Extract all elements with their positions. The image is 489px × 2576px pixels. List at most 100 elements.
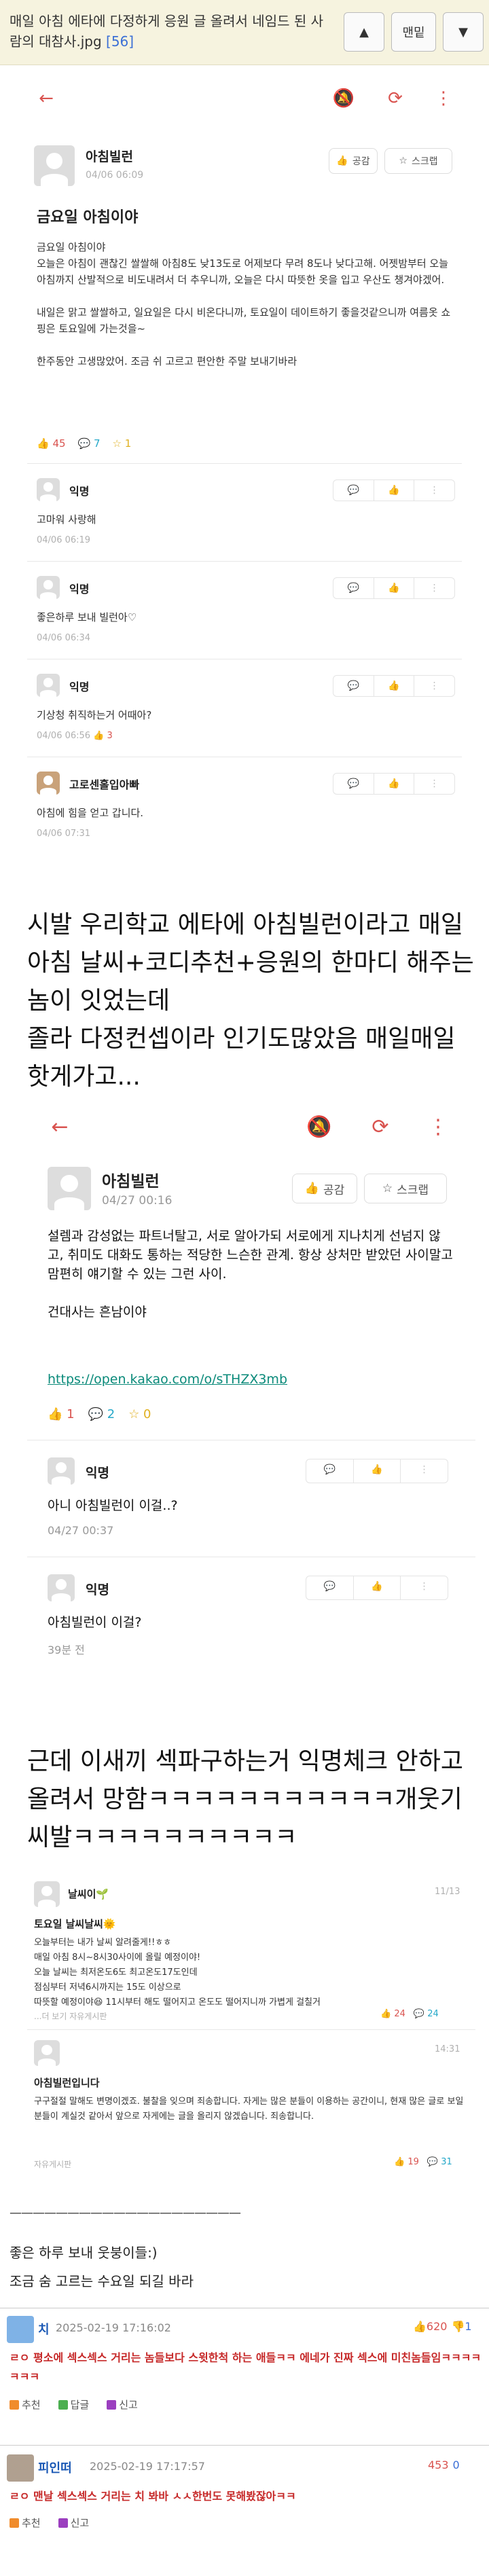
post-comment-count: 💬 31 bbox=[427, 2157, 452, 2167]
more-icon[interactable]: ⋮ bbox=[414, 480, 454, 501]
scrap-label: 스크랩 bbox=[397, 1183, 429, 1197]
post-comment-count: 💬 2 bbox=[88, 1407, 115, 1421]
more-icon[interactable]: ⋮ bbox=[414, 578, 454, 598]
comment-actions[interactable]: 💬 👍 ⋮ bbox=[306, 1576, 448, 1600]
comment-item: 고로센홀입아빠 💬 👍 ⋮ 아침에 힘을 얻고 갑니다. 04/06 07:31 bbox=[27, 765, 462, 846]
star-icon: ☆ bbox=[399, 156, 408, 166]
reply-icon[interactable]: 💬 bbox=[306, 1459, 354, 1483]
post-author: 아침빌런 bbox=[102, 1173, 160, 1191]
comment-actions[interactable]: 💬 👍 ⋮ bbox=[333, 479, 455, 501]
kakao-link[interactable]: https://open.kakao.com/o/sTHZX3mb bbox=[48, 1372, 287, 1387]
star-icon: ☆ bbox=[382, 1182, 393, 1195]
comment-author: 고로센홀입아빠 bbox=[69, 778, 140, 791]
divider-dashes: ———————————————————— bbox=[10, 2206, 241, 2220]
like-icon[interactable]: 👍 bbox=[374, 774, 415, 794]
like-icon[interactable]: 👍 bbox=[374, 578, 415, 598]
like-icon[interactable]: 👍 bbox=[374, 676, 415, 696]
comment-author: 익명 bbox=[69, 583, 90, 596]
post-date: 04/06 06:09 bbox=[86, 170, 144, 181]
reply-icon[interactable]: 💬 bbox=[333, 578, 374, 598]
upvote-count[interactable]: 👍620 bbox=[413, 2320, 447, 2333]
post-stats: 👍 45 💬 7 ☆ 1 bbox=[37, 437, 131, 450]
comment-actions[interactable]: 💬 👍 ⋮ bbox=[333, 773, 455, 795]
scrap-label: 스크랩 bbox=[411, 156, 438, 167]
comment-actions[interactable]: 💬 👍 ⋮ bbox=[306, 1459, 448, 1483]
scrap-button[interactable]: ☆ 스크랩 bbox=[384, 148, 452, 174]
like-button[interactable]: 👍 공감 bbox=[329, 148, 378, 174]
comment-like-count: 👍 3 bbox=[93, 731, 113, 741]
comment-body: ㄹㅇ 평소에 섹스섹스 거리는 놈들보다 스윗한척 하는 애들ㅋㅋ 에네가 진짜… bbox=[10, 2351, 482, 2383]
bell-off-icon[interactable]: 🔕 bbox=[330, 88, 357, 109]
post-author: 아침빌런 bbox=[86, 149, 133, 164]
comment-actions: 추천 답글 신고 bbox=[10, 2397, 138, 2412]
avatar bbox=[37, 478, 60, 501]
comment-actions[interactable]: 💬 👍 ⋮ bbox=[333, 577, 455, 599]
comment-author: 익명 bbox=[69, 485, 90, 498]
comment-actions[interactable]: 💬 👍 ⋮ bbox=[333, 675, 455, 697]
post-like-count: 👍 24 bbox=[380, 2009, 405, 2019]
like-label: 공감 bbox=[352, 156, 370, 167]
scroll-up-button[interactable]: ▲ bbox=[344, 12, 384, 52]
more-menu-icon[interactable]: ⋮ bbox=[428, 1115, 448, 1139]
bell-off-icon[interactable]: 🔕 bbox=[306, 1115, 333, 1139]
more-icon[interactable]: ⋮ bbox=[401, 1459, 448, 1483]
comment-body: 아니 아침빌런이 이걸..? bbox=[48, 1498, 178, 1513]
scrap-button[interactable]: ☆ 스크랩 bbox=[364, 1174, 447, 1203]
comment-date: 2025-02-19 17:16:02 bbox=[56, 2321, 171, 2334]
comment-item: 익명 💬 👍 ⋮ 기상청 취직하는거 어때아? 04/06 06:56 👍 3 bbox=[27, 667, 462, 748]
post-date: 04/27 00:16 bbox=[102, 1194, 173, 1208]
divider bbox=[27, 463, 462, 464]
vote-counts: 👍620 👎1 bbox=[413, 2320, 472, 2333]
reply-icon[interactable]: 💬 bbox=[306, 1576, 354, 1599]
more-menu-icon[interactable]: ⋮ bbox=[433, 88, 454, 109]
comment-author[interactable]: 치 bbox=[38, 2320, 50, 2338]
recommend-button[interactable]: 추천 bbox=[10, 2516, 41, 2530]
caption-1: 시발 우리학교 에타에 아침빌런이라고 매일 아침 날씨+코디추천+응원의 한마… bbox=[27, 911, 474, 1091]
divider bbox=[0, 2445, 489, 2446]
back-arrow-icon[interactable]: ← bbox=[34, 88, 58, 109]
reply-icon[interactable]: 💬 bbox=[333, 774, 374, 794]
comment-item: 익명 💬 👍 ⋮ 아침빌런이 이걸? 39분 전 bbox=[27, 1565, 475, 1667]
report-button[interactable]: 신고 bbox=[58, 2516, 89, 2530]
downvote-count[interactable]: 0 bbox=[453, 2459, 460, 2471]
scroll-down-button[interactable]: ▼ bbox=[443, 12, 484, 52]
more-icon[interactable]: ⋮ bbox=[401, 1576, 448, 1599]
reply-icon[interactable]: 💬 bbox=[333, 676, 374, 696]
board-name: 자유게시판 bbox=[34, 2160, 72, 2169]
comment-date: 04/06 07:31 bbox=[37, 829, 91, 839]
site-comment: 피인떠 2025-02-19 17:17:57 453 0 ㄹㅇ 맨날 섹스섹스… bbox=[0, 2448, 489, 2576]
latest-button[interactable]: 맨밑 bbox=[391, 12, 436, 52]
reply-button[interactable]: 답글 bbox=[58, 2397, 89, 2412]
like-button[interactable]: 👍 공감 bbox=[292, 1174, 357, 1203]
back-arrow-icon[interactable]: ← bbox=[48, 1115, 72, 1139]
like-icon[interactable]: 👍 bbox=[374, 480, 415, 501]
downvote-count[interactable]: 👎1 bbox=[451, 2320, 471, 2333]
caption-3: 좋은 하루 보내 웃붕이들:) 조금 숨 고르는 수요일 되길 바라 bbox=[10, 2245, 194, 2289]
thumb-icon bbox=[10, 2518, 19, 2528]
refresh-icon[interactable]: ⟳ bbox=[382, 88, 409, 109]
recommend-button[interactable]: 추천 bbox=[10, 2397, 41, 2412]
like-icon[interactable]: 👍 bbox=[354, 1576, 401, 1599]
screenshot-2: ← 🔕 ⟳ ⋮ 아침빌런 04/27 00:16 👍 공감 ☆ 스크랩 설렘과 감성… bbox=[27, 1100, 475, 1725]
post-scrap-count: ☆ 1 bbox=[112, 437, 132, 450]
refresh-icon[interactable]: ⟳ bbox=[367, 1115, 394, 1139]
comment-author[interactable]: 피인떠 bbox=[38, 2459, 72, 2476]
avatar bbox=[34, 2040, 60, 2066]
vote-counts: 453 0 bbox=[428, 2459, 460, 2471]
down-triangle-icon: ▼ bbox=[458, 24, 468, 39]
like-icon[interactable]: 👍 bbox=[354, 1459, 401, 1483]
up-triangle-icon: ▲ bbox=[359, 24, 369, 39]
more-icon[interactable]: ⋮ bbox=[414, 676, 454, 696]
reply-icon[interactable]: 💬 bbox=[333, 480, 374, 501]
upvote-count[interactable]: 453 bbox=[428, 2459, 449, 2471]
post-like-count: 👍 45 bbox=[37, 437, 66, 450]
more-icon[interactable]: ⋮ bbox=[414, 774, 454, 794]
post-title: 매일 아침 에타에 다정하게 응원 글 올려서 네임드 된 사람의 대참사.jp… bbox=[10, 11, 336, 52]
avatar bbox=[7, 2316, 34, 2343]
post-time: 11/13 bbox=[435, 1887, 460, 1897]
report-button[interactable]: 신고 bbox=[107, 2397, 138, 2412]
post-title-bar: 매일 아침 에타에 다정하게 응원 글 올려서 네임드 된 사람의 대참사.jp… bbox=[0, 0, 489, 65]
thumb-icon bbox=[10, 2399, 19, 2410]
more-link[interactable]: ...더 보기 bbox=[34, 2012, 67, 2021]
comment-count[interactable]: [56] bbox=[106, 33, 134, 50]
